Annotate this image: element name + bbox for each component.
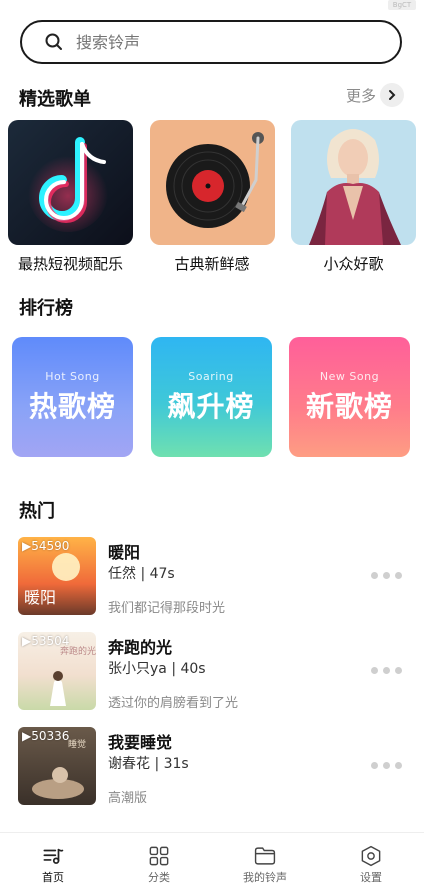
tab-my-ringtones[interactable]: 我的铃声: [212, 833, 318, 885]
featured-playlists: 最热短视频配乐 古典新鲜感 小众好歌: [8, 120, 416, 274]
playlist-card[interactable]: 古典新鲜感: [149, 120, 275, 274]
hot-song-list: 暖阳 ▶54590 暖阳 任然 | 47s 我们都记得那段时光 奔跑的光 ▶53…: [18, 537, 406, 822]
song-thumbnail: 睡觉 ▶50336: [18, 727, 96, 805]
song-row[interactable]: 奔跑的光 ▶53504 奔跑的光 张小只ya | 40s 透过你的肩膀看到了光: [18, 632, 406, 727]
song-title: 暖阳: [108, 543, 141, 562]
tab-home[interactable]: 首页: [0, 833, 106, 885]
play-count: ▶50336: [22, 729, 70, 743]
tab-label: 我的铃声: [243, 871, 287, 884]
play-count: ▶54590: [22, 539, 70, 553]
chart-cn-label: 热歌榜: [28, 389, 116, 423]
chart-en-label: Soaring: [188, 369, 234, 383]
song-meta: 张小只ya | 40s: [108, 661, 206, 677]
song-desc: 透过你的肩膀看到了光: [108, 696, 239, 711]
chart-en-label: Hot Song: [45, 369, 100, 383]
playlist-name: 最热短视频配乐: [17, 255, 123, 273]
playlist-card[interactable]: 小众好歌: [291, 120, 416, 274]
song-desc: 高潮版: [108, 791, 148, 806]
more-dots-icon[interactable]: [371, 572, 402, 579]
more-dots-icon[interactable]: [371, 667, 402, 674]
chart-cn-label: 新歌榜: [305, 389, 393, 423]
song-desc: 我们都记得那段时光: [108, 601, 226, 616]
hot-title: 热门: [19, 501, 55, 522]
playlist-cover-tiktok: [8, 120, 133, 245]
song-title: 奔跑的光: [108, 638, 173, 657]
folder-icon: [254, 847, 276, 865]
new-song-chart-card[interactable]: New Song 新歌榜: [289, 337, 410, 457]
featured-title: 精选歌单: [19, 89, 91, 110]
more-dots-icon[interactable]: [371, 762, 402, 769]
chart-en-label: New Song: [319, 369, 380, 383]
playlist-name: 小众好歌: [323, 255, 384, 273]
tab-label: 首页: [42, 871, 64, 884]
search-input[interactable]: [76, 32, 376, 52]
playlist-card[interactable]: 最热短视频配乐: [8, 120, 133, 274]
charts-title: 排行榜: [19, 298, 73, 319]
song-row[interactable]: 暖阳 ▶54590 暖阳 任然 | 47s 我们都记得那段时光: [18, 537, 406, 632]
hexagon-settings-icon: [361, 845, 381, 867]
song-row[interactable]: 睡觉 ▶50336 我要睡觉 谢春花 | 31s 高潮版: [18, 727, 406, 822]
status-tag: BgCT: [388, 0, 416, 10]
svg-text:睡觉: 睡觉: [68, 738, 86, 750]
play-count: ▶53504: [22, 634, 70, 648]
chart-cn-label: 飙升榜: [167, 389, 255, 423]
music-list-icon: [43, 848, 64, 864]
tab-label: 分类: [148, 871, 170, 884]
tab-category[interactable]: 分类: [106, 833, 212, 885]
playlist-name: 古典新鲜感: [174, 255, 250, 273]
tab-label: 设置: [360, 871, 382, 884]
soaring-chart-card[interactable]: Soaring 飙升榜: [150, 337, 272, 457]
song-thumbnail: 奔跑的光 ▶53504: [18, 632, 96, 710]
tab-settings[interactable]: 设置: [318, 833, 424, 885]
song-title: 我要睡觉: [108, 733, 173, 752]
search-icon: [45, 33, 62, 50]
song-meta: 谢春花 | 31s: [108, 756, 189, 772]
chart-cards: Hot Song 热歌榜 Soaring 飙升榜 New Song 新歌榜: [12, 337, 410, 457]
playlist-cover-singer: [291, 120, 416, 245]
playlist-cover-vinyl: [149, 120, 275, 245]
svg-text:暖阳: 暖阳: [24, 588, 56, 607]
song-meta: 任然 | 47s: [108, 566, 175, 582]
chevron-right-icon: [380, 83, 404, 107]
hot-song-chart-card[interactable]: Hot Song 热歌榜: [12, 337, 133, 457]
more-label: 更多: [345, 86, 376, 105]
search-bar[interactable]: [20, 20, 402, 64]
grid-icon: [149, 846, 169, 866]
bottom-tab-bar: 首页 分类 我的铃声 设置: [0, 832, 424, 885]
more-button[interactable]: 更多: [346, 83, 404, 107]
song-thumbnail: 暖阳 ▶54590: [18, 537, 96, 615]
